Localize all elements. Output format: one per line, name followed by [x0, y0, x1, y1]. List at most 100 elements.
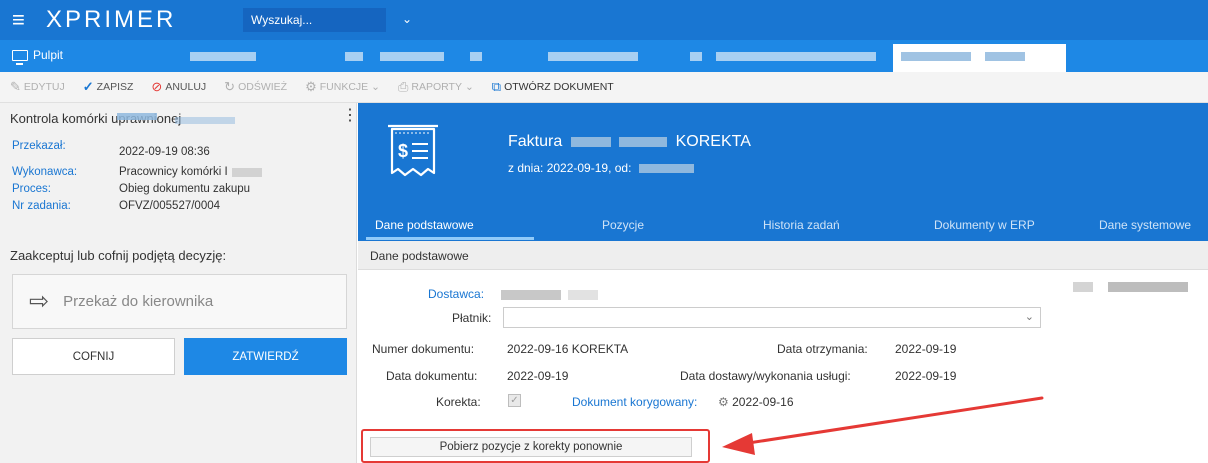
pencil-icon: ✎ — [10, 79, 21, 94]
info-value: Obieg dokumentu zakupu — [119, 183, 251, 195]
info-row: Wykonawca: Pracownicy komórki I — [12, 166, 262, 178]
info-label: Wykonawca: — [12, 166, 78, 178]
redacted-tab[interactable] — [190, 52, 256, 61]
reports-button[interactable]: ⎙ RAPORTY ⌄ — [398, 79, 474, 95]
redacted-tab-label — [901, 52, 971, 61]
search-label: Wyszukaj... — [251, 13, 313, 27]
top-bar: ≡ XPRIMER Wyszukaj... ⌄ — [0, 0, 1208, 40]
app-logo: XPRIMER — [46, 6, 177, 33]
monitor-icon — [12, 49, 28, 65]
info-label: Przekazał: — [12, 140, 66, 152]
printer-icon: ⎙ — [397, 79, 409, 94]
tab-strip: Pulpit — [0, 40, 1208, 72]
toolbar: ✎ EDYTUJ ✓ ZAPISZ ⊘ ANULUJ ↻ ODŚWIEŻ ⚙ F… — [0, 72, 1208, 103]
info-value: OFVZ/005527/0004 — [119, 200, 221, 212]
arrow-right-icon: ⇨ — [29, 287, 50, 315]
forward-to-manager-option[interactable]: ⇨ Przekaż do kierownika — [12, 274, 347, 329]
tab-dokumenty-w-erp[interactable]: Dokumenty w ERP — [934, 218, 1035, 232]
save-button[interactable]: ✓ ZAPISZ — [83, 79, 134, 95]
section-header: Dane podstawowe — [358, 241, 1208, 270]
info-row: Nr zadania: OFVZ/005527/0004 — [12, 200, 220, 212]
active-tab-indicator — [366, 237, 534, 240]
info-row: Przekazał: 2022-09-19 08:36 — [12, 140, 210, 158]
title-prefix: Faktura — [508, 133, 563, 150]
correction-label: Korekta: — [436, 395, 481, 409]
fetch-correction-items-button[interactable]: Pobierz pozycje z korekty ponownie — [370, 437, 692, 457]
open-document-label: OTWÓRZ DOKUMENT — [504, 81, 614, 93]
redacted-supplier — [501, 290, 561, 300]
active-tab[interactable] — [893, 44, 1066, 72]
info-value: Pracownicy komórki I — [119, 166, 228, 178]
gears-icon: ⚙ — [718, 395, 729, 409]
supplier-label[interactable]: Dostawca: — [428, 287, 484, 301]
doc-date-label: Data dokumentu: — [386, 369, 478, 383]
search-dropdown[interactable]: Wyszukaj... ⌄ — [243, 8, 412, 32]
corrected-doc-link[interactable]: ⚙ 2022-09-16 — [718, 395, 794, 409]
chevron-down-icon: ⌄ — [371, 81, 380, 93]
functions-label: FUNKCJE — [319, 81, 369, 93]
cancel-label: ANULUJ — [165, 81, 207, 93]
info-label: Proces: — [12, 183, 51, 195]
refresh-label: ODŚWIEŻ — [238, 81, 288, 93]
tab-historia-zadan[interactable]: Historia zadań — [763, 218, 840, 232]
redacted-tab[interactable] — [380, 52, 444, 61]
open-document-button[interactable]: ⧉ OTWÓRZ DOKUMENT — [492, 79, 614, 95]
hamburger-icon[interactable]: ≡ — [12, 9, 25, 31]
external-link-icon: ⧉ — [491, 79, 502, 94]
save-label: ZAPISZ — [96, 81, 134, 93]
section-title: Dane podstawowe — [370, 249, 469, 263]
check-icon: ✓ — [82, 79, 94, 94]
task-panel: Kontrola komórki uprawnionej ⋮ Przekazał… — [0, 103, 358, 463]
delivery-date-value: 2022-09-19 — [895, 369, 957, 383]
redacted-tab[interactable] — [345, 52, 363, 61]
edit-button[interactable]: ✎ EDYTUJ — [10, 79, 65, 95]
redacted-tab[interactable] — [716, 52, 876, 61]
chevron-down-icon[interactable]: ⌄ — [402, 12, 412, 26]
title-suffix: KOREKTA — [675, 133, 751, 150]
redacted-name — [117, 113, 157, 120]
document-subtitle: z dnia: 2022-09-19, od: — [508, 161, 694, 175]
redacted-tab[interactable] — [470, 52, 482, 61]
payer-label: Płatnik: — [452, 311, 492, 325]
refresh-button[interactable]: ↻ ODŚWIEŻ — [224, 79, 287, 95]
more-vertical-icon[interactable]: ⋮ — [342, 108, 358, 124]
tab-dane-podstawowe[interactable]: Dane podstawowe — [375, 218, 474, 232]
document-header: $ Faktura KOREKTA z dnia: 2022-09-19, od… — [358, 103, 1208, 241]
decision-prompt: Zaakceptuj lub cofnij podjętą decyzję: — [10, 248, 227, 263]
refresh-icon: ↻ — [224, 79, 236, 94]
back-button[interactable]: COFNIJ — [12, 338, 175, 375]
redacted-name — [175, 117, 235, 124]
svg-text:$: $ — [398, 141, 408, 161]
payer-select[interactable]: ⌄ — [503, 307, 1041, 328]
reports-label: RAPORTY — [411, 81, 462, 93]
redacted-number — [570, 136, 611, 147]
redacted-tab[interactable] — [548, 52, 638, 61]
chevron-down-icon: ⌄ — [464, 81, 474, 93]
chevron-down-icon: ⌄ — [1024, 311, 1034, 323]
redacted-tab[interactable] — [690, 52, 702, 61]
corrected-doc-label[interactable]: Dokument korygowany: — [572, 395, 697, 409]
cancel-button[interactable]: ⊘ ANULUJ — [151, 79, 206, 95]
tab-pulpit[interactable]: Pulpit — [12, 48, 63, 65]
confirm-button[interactable]: ZATWIERDŹ — [184, 338, 347, 375]
gears-icon: ⚙ — [305, 79, 317, 94]
edit-label: EDYTUJ — [23, 81, 65, 93]
received-date-label: Data otrzymania: — [777, 342, 868, 356]
cancel-icon: ⊘ — [151, 79, 163, 94]
doc-number-value: 2022-09-16 KOREKTA — [507, 342, 629, 356]
received-date-value: 2022-09-19 — [895, 342, 957, 356]
redacted-supplier — [638, 164, 694, 174]
redacted-supplier — [568, 290, 598, 300]
invoice-icon: $ — [388, 124, 438, 177]
tab-dane-systemowe[interactable]: Dane systemowe — [1099, 218, 1191, 232]
redacted-tab-label — [985, 52, 1025, 61]
tab-pozycje[interactable]: Pozycje — [602, 218, 644, 232]
correction-checkbox[interactable]: ✓ — [508, 394, 521, 407]
info-label: Nr zadania: — [12, 200, 71, 212]
corrected-doc-value: 2022-09-16 — [732, 395, 794, 409]
redacted-number — [619, 136, 668, 147]
document-title: Faktura KOREKTA — [508, 133, 751, 151]
redacted-info — [1073, 282, 1093, 292]
delivery-date-label: Data dostawy/wykonania usługi: — [680, 369, 851, 383]
functions-button[interactable]: ⚙ FUNKCJE ⌄ — [305, 79, 380, 95]
